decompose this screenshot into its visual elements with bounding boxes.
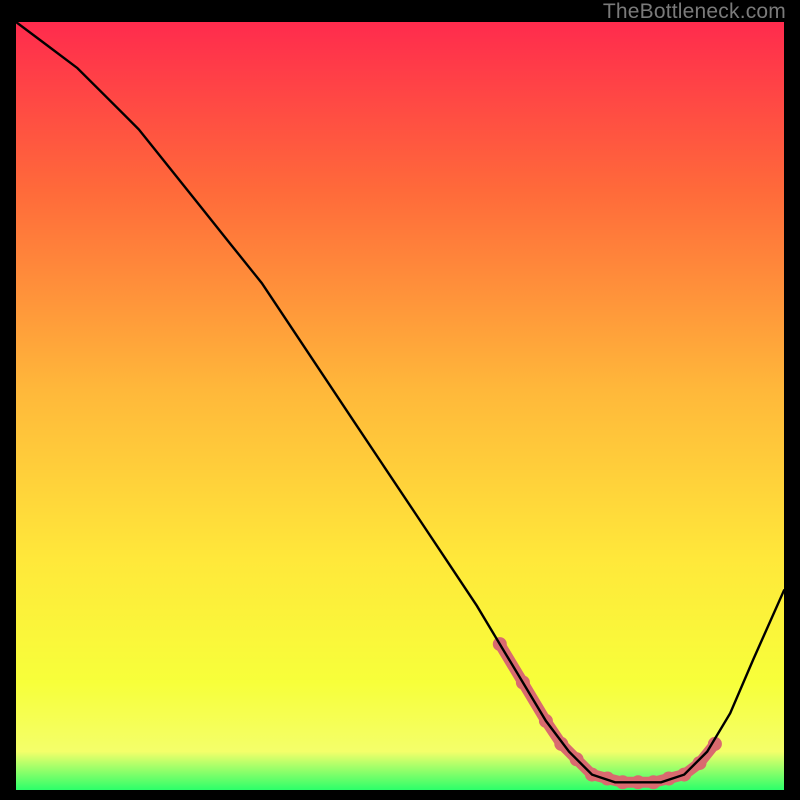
watermark-text: TheBottleneck.com bbox=[603, 0, 786, 24]
chart-frame bbox=[16, 22, 784, 790]
bottleneck-chart bbox=[16, 22, 784, 790]
chart-background-gradient bbox=[16, 22, 784, 790]
